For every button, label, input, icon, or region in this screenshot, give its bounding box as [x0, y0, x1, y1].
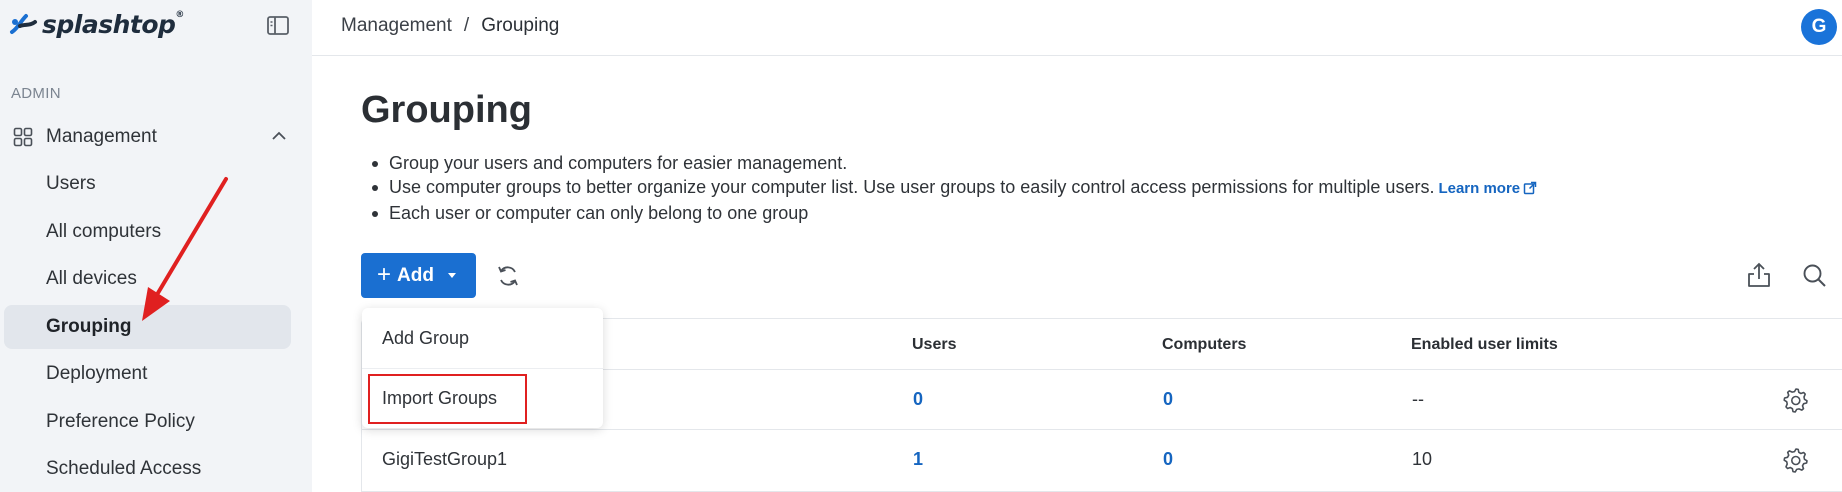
annotation-highlight-box	[368, 374, 527, 424]
splashtop-logo-icon	[10, 13, 37, 34]
menu-item-label: Add Group	[382, 328, 470, 348]
sidebar: splashtop® ADMIN Management Users All co…	[0, 0, 312, 492]
description-text: Use computer groups to better organize y…	[389, 177, 1435, 197]
sidebar-item-label: All devices	[46, 268, 137, 289]
gear-icon[interactable]	[1782, 386, 1810, 414]
sidebar-item-label: All computers	[46, 221, 162, 242]
sidebar-item-deployment[interactable]: Deployment	[4, 352, 291, 396]
chevron-up-icon	[272, 131, 286, 140]
splashtop-logo[interactable]: splashtop®	[8, 10, 184, 39]
description-text: Group your users and computers for easie…	[389, 153, 848, 173]
sidebar-item-label: Deployment	[46, 363, 148, 384]
column-header-computers[interactable]: Computers	[1162, 336, 1246, 354]
export-button[interactable]	[1746, 262, 1772, 288]
description-item: Use computer groups to better organize y…	[372, 175, 1537, 201]
computers-count-link[interactable]: 0	[1163, 449, 1173, 470]
group-name-cell[interactable]: GigiTestGroup1	[382, 449, 507, 470]
refresh-icon	[498, 266, 518, 286]
users-count-link[interactable]: 1	[913, 449, 923, 470]
grid-icon	[13, 127, 33, 147]
description-text: Each user or computer can only belong to…	[389, 203, 809, 223]
breadcrumb-current: Grouping	[481, 15, 560, 36]
sidebar-section-label: ADMIN	[11, 85, 61, 102]
sidebar-item-label: Preference Policy	[46, 411, 195, 432]
refresh-button[interactable]	[495, 263, 521, 289]
sidebar-toggle-button[interactable]	[266, 15, 290, 37]
export-icon	[1748, 262, 1770, 287]
sidebar-item-label: Scheduled Access	[46, 458, 202, 479]
breadcrumb: Management / Grouping	[341, 15, 559, 37]
sidebar-item-all-computers[interactable]: All computers	[4, 210, 291, 254]
sidebar-item-grouping[interactable]: Grouping	[4, 305, 291, 349]
users-count-link[interactable]: 0	[913, 389, 923, 410]
sidebar-item-label: Grouping	[46, 316, 132, 337]
search-button[interactable]	[1802, 263, 1827, 288]
breadcrumb-separator: /	[463, 15, 470, 36]
column-header-user-limits[interactable]: Enabled user limits	[1411, 336, 1558, 354]
add-button[interactable]: + Add	[361, 253, 476, 298]
menu-divider	[362, 368, 603, 369]
logo-text: splashtop®	[42, 10, 184, 39]
description-item: Group your users and computers for easie…	[372, 151, 1537, 175]
breadcrumb-parent[interactable]: Management	[341, 15, 452, 37]
sidebar-item-users[interactable]: Users	[4, 162, 291, 206]
sidebar-item-preference-policy[interactable]: Preference Policy	[4, 400, 291, 444]
search-icon	[1803, 264, 1826, 287]
table-row[interactable]: GigiTestGroup1 1 0 10	[362, 429, 1842, 489]
learn-more-label: Learn more	[1438, 180, 1521, 197]
add-button-label: Add	[397, 264, 434, 286]
user-limits-cell: 10	[1412, 449, 1433, 469]
page-title: Grouping	[361, 89, 532, 131]
sidebar-item-label: Users	[46, 173, 96, 194]
top-bar: Management / Grouping G	[312, 0, 1842, 56]
sidebar-toggle-icon	[267, 16, 289, 35]
menu-item-add-group[interactable]: Add Group	[362, 310, 603, 366]
sidebar-item-all-devices[interactable]: All devices	[4, 257, 291, 301]
description-item: Each user or computer can only belong to…	[372, 201, 1537, 225]
sidebar-group-management[interactable]: Management	[0, 118, 312, 154]
external-link-icon	[1523, 181, 1537, 195]
add-dropdown-menu: Add Group Import Groups	[362, 308, 603, 428]
plus-icon: +	[377, 260, 392, 288]
avatar[interactable]: G	[1801, 9, 1837, 45]
caret-down-icon	[447, 273, 456, 278]
gear-icon[interactable]	[1782, 446, 1810, 474]
learn-more-link[interactable]: Learn more	[1438, 180, 1537, 197]
sidebar-item-scheduled-access[interactable]: Scheduled Access	[4, 447, 291, 491]
user-limits-cell: --	[1412, 389, 1424, 409]
column-header-users[interactable]: Users	[912, 336, 956, 354]
computers-count-link[interactable]: 0	[1163, 389, 1173, 410]
sidebar-group-label: Management	[46, 126, 157, 147]
description-list: Group your users and computers for easie…	[372, 151, 1537, 225]
